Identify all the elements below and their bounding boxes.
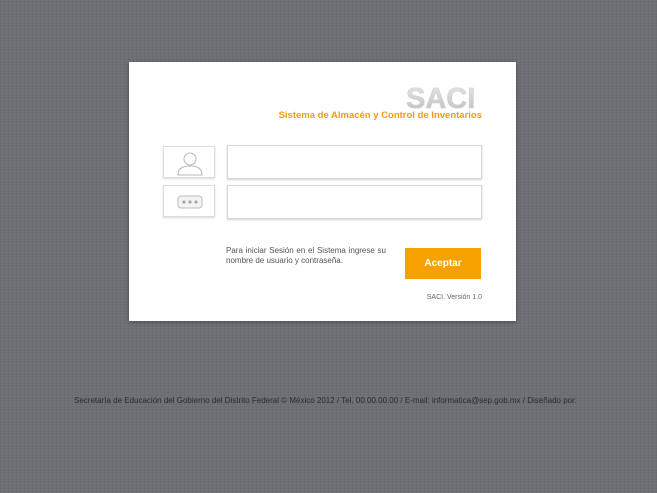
user-icon-box	[163, 146, 215, 178]
password-input[interactable]	[227, 185, 482, 219]
password-icon-box	[163, 185, 215, 217]
footer-text: Secretaría de Educación del Gobierno del…	[74, 396, 578, 405]
username-input[interactable]	[227, 145, 482, 179]
login-hint: Para iniciar Sesión en el Sistema ingres…	[226, 246, 386, 265]
app-subtitle: Sistema de Almacén y Control de Inventar…	[278, 110, 482, 121]
version-label: SACI. Versión 1.0	[426, 294, 482, 301]
user-icon	[177, 152, 203, 176]
submit-button[interactable]: Aceptar	[405, 248, 481, 279]
logo-text: SACI	[406, 83, 475, 112]
password-dots-icon	[177, 195, 203, 209]
saci-logo: SACI	[406, 83, 476, 112]
login-card: SACI Sistema de Almacén y Control de Inv…	[129, 62, 516, 321]
